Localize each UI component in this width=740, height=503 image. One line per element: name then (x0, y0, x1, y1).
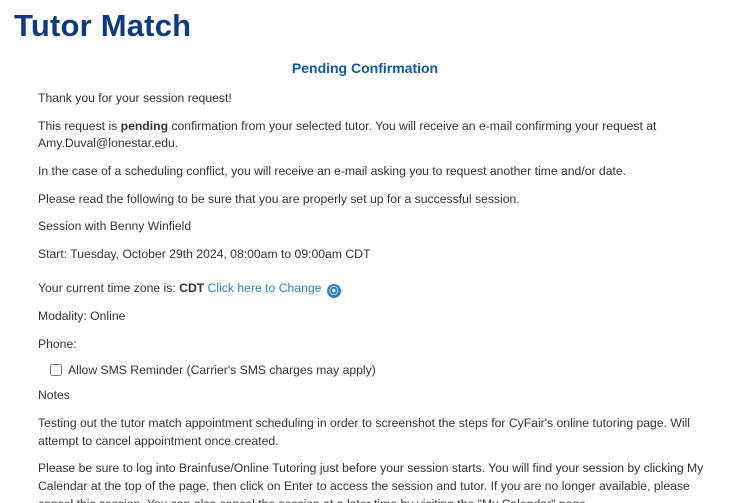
timezone-value: CDT (179, 281, 204, 295)
pending-prefix: This request is (38, 119, 121, 133)
please-read-text: Please read the following to be sure tha… (38, 191, 716, 209)
modality-text: Modality: Online (38, 308, 716, 326)
sms-reminder-row: Allow SMS Reminder (Carrier's SMS charge… (50, 363, 716, 377)
app-title: Tutor Match (14, 8, 716, 44)
timezone-row: Your current time zone is: CDT Click her… (38, 280, 716, 298)
status-heading: Pending Confirmation (38, 60, 692, 76)
sms-reminder-label: Allow SMS Reminder (Carrier's SMS charge… (68, 363, 376, 377)
phone-label: Phone: (38, 336, 716, 354)
pending-text: This request is pending confirmation fro… (38, 118, 716, 153)
session-with-text: Session with Benny Winfield (38, 218, 716, 236)
notes-heading: Notes (38, 387, 716, 405)
page-root: Tutor Match Pending Confirmation Thank y… (0, 0, 740, 503)
globe-icon[interactable]: ⦿ (327, 284, 341, 298)
sms-reminder-checkbox[interactable] (50, 364, 62, 376)
notes-instructions: Please be sure to log into Brainfuse/Onl… (38, 460, 716, 503)
session-start-text: Start: Tuesday, October 29th 2024, 08:00… (38, 246, 716, 264)
thank-you-text: Thank you for your session request! (38, 90, 716, 108)
notes-body: Testing out the tutor match appointment … (38, 415, 716, 450)
change-timezone-link[interactable]: Click here to Change (208, 281, 322, 295)
timezone-prefix: Your current time zone is: (38, 281, 179, 295)
conflict-text: In the case of a scheduling conflict, yo… (38, 163, 716, 181)
pending-word: pending (121, 119, 168, 133)
